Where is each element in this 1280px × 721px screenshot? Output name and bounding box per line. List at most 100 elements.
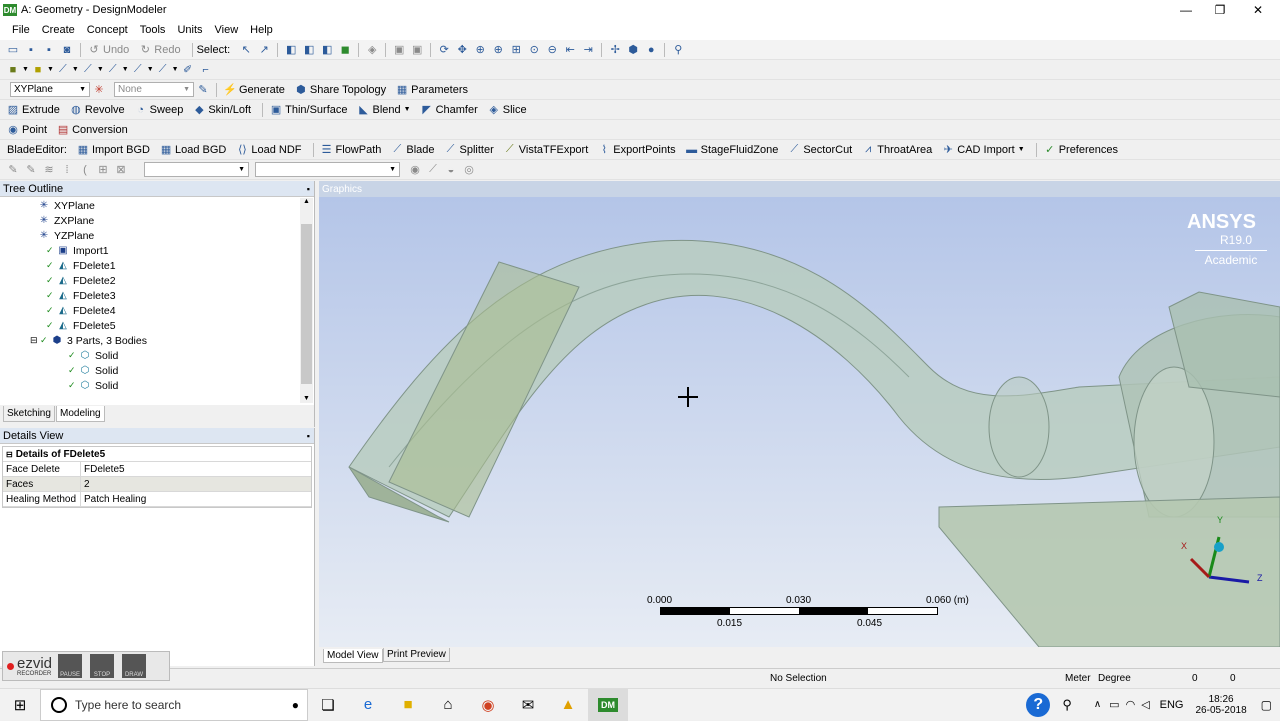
sketch-dropdown[interactable]: None ▼ <box>114 82 194 97</box>
curve-tool-icon[interactable]: ⟋ <box>156 63 170 77</box>
line-tool-icon[interactable]: ⟋ <box>56 63 70 77</box>
tree-item-zxplane[interactable]: ✳ ZXPlane <box>38 213 94 228</box>
generate-button[interactable]: ⚡ Generate <box>221 83 285 97</box>
scroll-thumb[interactable] <box>301 224 312 384</box>
menu-concept[interactable]: Concept <box>81 24 134 36</box>
tree-item-solid[interactable]: ✓ ⬡ Solid <box>68 348 118 363</box>
clock[interactable]: 18:26 26-05-2018 <box>1196 694 1247 716</box>
plane-dropdown[interactable]: XYPlane ▼ <box>10 82 90 97</box>
disabled-tool-icon[interactable]: ( <box>78 163 92 177</box>
recorder-stop-button[interactable]: STOP <box>90 654 115 678</box>
blade-button[interactable]: ⟋ Blade <box>388 143 435 157</box>
task-view-icon[interactable]: ❏ <box>308 689 348 721</box>
blend-button[interactable]: ◣ Blend ▼ <box>355 103 410 117</box>
details-row-faces[interactable]: Faces 2 <box>3 477 311 492</box>
disabled-combo[interactable]: ▼ <box>255 162 400 177</box>
language-indicator[interactable]: ENG <box>1160 699 1184 711</box>
next-view-icon[interactable]: ⇥ <box>581 43 595 57</box>
close-button[interactable]: ✕ <box>1240 0 1276 20</box>
previous-view-icon[interactable]: ⇤ <box>563 43 577 57</box>
tree-item-yzplane[interactable]: ✳ YZPlane <box>38 228 94 243</box>
zoom-out-icon[interactable]: ⊖ <box>545 43 559 57</box>
menu-create[interactable]: Create <box>36 24 81 36</box>
flowpath-button[interactable]: ☰ FlowPath <box>318 143 382 157</box>
pin-icon[interactable]: ▪ <box>307 184 310 194</box>
ansys-workbench-icon[interactable]: ▲ <box>548 689 588 721</box>
magnifier-icon[interactable]: ⊙ <box>527 43 541 57</box>
pin-icon[interactable]: ▪ <box>307 431 310 441</box>
chevron-up-icon[interactable]: ∧ <box>1094 699 1101 710</box>
tree-item-xyplane[interactable]: ✳ XYPlane <box>38 198 95 213</box>
taskbar-search[interactable]: Type here to search ● <box>40 688 308 721</box>
share-topology-button[interactable]: ⬢ Share Topology <box>292 83 386 97</box>
disabled-tool-icon[interactable]: ◎ <box>462 163 476 177</box>
disabled-tool-icon[interactable]: ◉ <box>408 163 422 177</box>
extend-icon[interactable]: ◈ <box>365 43 379 57</box>
tab-print-preview[interactable]: Print Preview <box>383 648 450 662</box>
disabled-tool-icon[interactable]: ⊠ <box>114 163 128 177</box>
collapse-icon[interactable]: ⊟ <box>30 335 40 346</box>
chamfer-button[interactable]: ◤ Chamfer <box>418 103 477 117</box>
point-button[interactable]: ◉ Point <box>4 123 47 137</box>
battery-icon[interactable]: ▭ <box>1109 698 1119 711</box>
minimize-button[interactable]: — <box>1168 0 1204 20</box>
disabled-tool-icon[interactable]: ⁞ <box>60 163 74 177</box>
tree-item-fdelete5[interactable]: ✓ ◭ FDelete5 <box>46 318 116 333</box>
conversion-button[interactable]: ▤ Conversion <box>54 123 128 137</box>
menu-view[interactable]: View <box>209 24 245 36</box>
tree-item-parts-bodies[interactable]: ⊟ ✓ ⬢ 3 Parts, 3 Bodies <box>30 333 147 348</box>
tab-modeling[interactable]: Modeling <box>56 406 105 422</box>
box-zoom-icon[interactable]: ⊕ <box>491 43 505 57</box>
designmodeler-taskbar-icon[interactable]: DM <box>588 688 628 721</box>
wifi-icon[interactable]: ◠ <box>1126 698 1136 711</box>
sweep-button[interactable]: ◔ Sweep <box>132 103 183 117</box>
tab-model-view[interactable]: Model View <box>323 649 383 663</box>
tree-item-import1[interactable]: ✓ ▣ Import1 <box>46 243 109 258</box>
tree-scrollbar[interactable]: ▲ ▼ <box>300 198 313 403</box>
microphone-icon[interactable]: ● <box>292 698 299 712</box>
select-mode-icon[interactable]: ↖ <box>239 43 253 57</box>
file-explorer-icon[interactable]: ■ <box>388 689 428 721</box>
thin-surface-button[interactable]: ▣ Thin/Surface <box>267 103 348 117</box>
disabled-tool-icon[interactable]: ⟋ <box>426 163 440 177</box>
spline-tool-icon[interactable]: ⟋ <box>106 63 120 77</box>
save-as-icon[interactable]: ▪ <box>42 43 56 57</box>
select-filter-icon[interactable]: ↗ <box>257 43 271 57</box>
new-plane-icon[interactable]: ✳ <box>92 83 106 97</box>
edge-icon[interactable]: e <box>348 689 388 721</box>
disabled-tool-icon[interactable]: ⊞ <box>96 163 110 177</box>
menu-file[interactable]: File <box>6 24 36 36</box>
exportpoints-button[interactable]: ⌇ ExportPoints <box>595 143 676 157</box>
preferences-button[interactable]: ✓ Preferences <box>1041 143 1118 157</box>
help-icon[interactable]: ? <box>1026 692 1051 717</box>
menu-help[interactable]: Help <box>244 24 279 36</box>
scroll-up-icon[interactable]: ▲ <box>300 198 313 205</box>
display-points-icon[interactable]: ● <box>644 43 658 57</box>
disabled-combo[interactable]: ▼ <box>144 162 249 177</box>
maximize-button[interactable]: ❐ <box>1202 0 1238 20</box>
filter-edges-icon[interactable]: ◧ <box>302 43 316 57</box>
details-row-healing-method[interactable]: Healing Method Patch Healing <box>3 492 311 507</box>
edge-color-icon[interactable]: ■ <box>31 63 45 77</box>
recorder-draw-button[interactable]: DRAW <box>122 654 147 678</box>
menu-units[interactable]: Units <box>171 24 208 36</box>
undo-button[interactable]: ↺ Undo <box>85 43 129 57</box>
volume-icon[interactable]: ◁ <box>1141 698 1149 711</box>
filter-bodies-icon[interactable]: ◼ <box>338 43 352 57</box>
tree-item-fdelete1[interactable]: ✓ ◭ FDelete1 <box>46 258 116 273</box>
scroll-down-icon[interactable]: ▼ <box>300 395 313 402</box>
rotate-icon[interactable]: ⟳ <box>437 43 451 57</box>
tree-item-solid[interactable]: ✓ ⬡ Solid <box>68 378 118 393</box>
tree-item-fdelete3[interactable]: ✓ ◭ FDelete3 <box>46 288 116 303</box>
iso-view-icon[interactable]: ✢ <box>608 43 622 57</box>
stagefluidzone-button[interactable]: ▬ StageFluidZone <box>683 143 778 157</box>
offset-tool-icon[interactable]: ⌐ <box>199 63 213 77</box>
paint-select-icon[interactable]: ▣ <box>410 43 424 57</box>
mail-icon[interactable]: ✉ <box>508 689 548 721</box>
arc-tool-icon[interactable]: ⟋ <box>131 63 145 77</box>
details-row-face-delete[interactable]: Face Delete FDelete5 <box>3 462 311 477</box>
zoom-fit-icon[interactable]: ⊞ <box>509 43 523 57</box>
collapse-icon[interactable]: ⊟ <box>3 450 16 459</box>
zoom-icon[interactable]: ⊕ <box>473 43 487 57</box>
cad-import-button[interactable]: ✈ CAD Import ▼ <box>939 143 1025 157</box>
